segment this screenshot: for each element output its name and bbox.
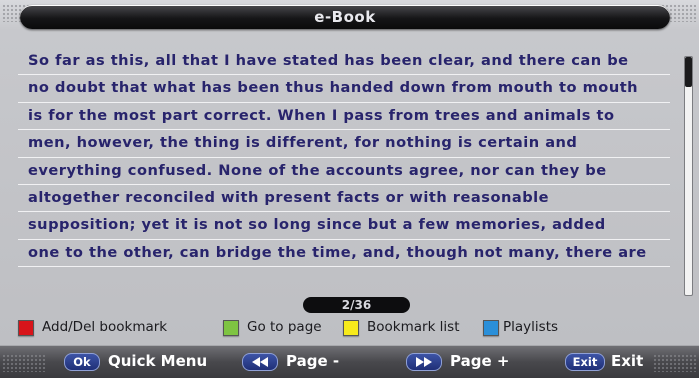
yellow-key-icon	[343, 320, 359, 336]
scrollbar-thumb[interactable]	[685, 57, 692, 87]
green-key-icon	[223, 320, 239, 336]
text-line: altogether reconciled with present facts…	[18, 185, 670, 213]
text-line: everything confused. None of the account…	[18, 158, 670, 185]
add-del-bookmark-label: Add/Del bookmark	[42, 319, 168, 335]
bottom-corner-texture-left	[2, 354, 46, 372]
ebook-text-area: So far as this, all that I have stated h…	[18, 48, 670, 288]
title-bar: e-Book	[20, 5, 670, 29]
scrollbar[interactable]	[684, 56, 693, 296]
window-title: e-Book	[314, 8, 376, 26]
text-line: one to the other, can bridge the time, a…	[18, 240, 670, 268]
bookmark-list-label: Bookmark list	[367, 319, 460, 335]
quick-menu-label: Quick Menu	[108, 352, 208, 370]
blue-key-icon	[483, 320, 499, 336]
text-line: So far as this, all that I have stated h…	[18, 48, 670, 76]
color-key-legend: Add/Del bookmark Go to page Bookmark lis…	[18, 318, 658, 338]
page-plus-label: Page +	[450, 352, 510, 370]
red-key-icon	[18, 320, 34, 336]
page-minus-label: Page -	[286, 352, 340, 370]
go-to-page-label: Go to page	[247, 319, 322, 335]
exit-label: Exit	[611, 352, 644, 370]
exit-key-badge: Exit	[565, 353, 605, 371]
rewind-icon	[242, 353, 278, 371]
ebook-window: e-Book So far as this, all that I have s…	[0, 0, 699, 378]
bottom-key-bar: Ok Quick Menu Page - Page + Exit Exit	[0, 345, 699, 378]
page-indicator: 2/36	[303, 297, 410, 313]
text-line: men, however, the thing is different, fo…	[18, 130, 670, 158]
text-line: is for the most part correct. When I pas…	[18, 103, 670, 131]
bottom-corner-texture-right	[653, 354, 697, 372]
ok-key-badge: Ok	[64, 353, 100, 371]
text-line: no doubt that what has been thus handed …	[18, 75, 670, 103]
playlists-label: Playlists	[503, 319, 559, 335]
text-line: supposition; yet it is not so long since…	[18, 212, 670, 240]
fast-forward-icon	[406, 353, 442, 371]
